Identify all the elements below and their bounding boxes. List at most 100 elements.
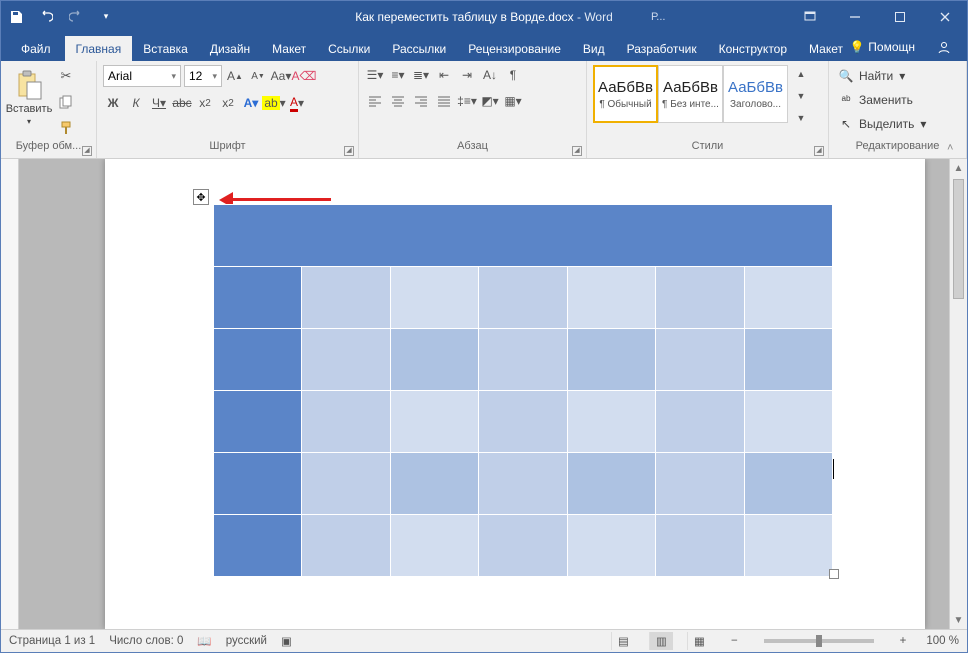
style-normal[interactable]: АаБбВв¶ Обычный — [593, 65, 658, 123]
zoom-out-button[interactable]: − — [725, 635, 744, 647]
borders-button[interactable]: ▦▾ — [503, 91, 523, 111]
find-button[interactable]: 🔍Найти ▾ — [835, 65, 909, 87]
decrease-indent-button[interactable]: ⇤ — [434, 65, 454, 85]
tell-me-button[interactable]: 💡 Помощн — [842, 36, 923, 58]
account-button[interactable] — [929, 36, 959, 58]
tab-design[interactable]: Дизайн — [199, 36, 261, 61]
scroll-thumb[interactable] — [953, 179, 964, 299]
view-read-mode[interactable]: ▤ — [611, 632, 635, 650]
search-icon: 🔍 — [839, 69, 853, 83]
scroll-down-button[interactable]: ▼ — [950, 611, 967, 629]
tab-layout[interactable]: Макет — [261, 36, 317, 61]
line-spacing-button[interactable]: ‡≡▾ — [457, 91, 477, 111]
ribbon-options-button[interactable] — [787, 1, 832, 32]
collapse-ribbon-button[interactable]: ˄ — [947, 142, 961, 156]
tab-references[interactable]: Ссылки — [317, 36, 381, 61]
select-button[interactable]: ↖Выделить ▾ — [835, 113, 930, 135]
increase-indent-button[interactable]: ⇥ — [457, 65, 477, 85]
italic-button[interactable]: К — [126, 93, 146, 113]
subscript-button[interactable]: x2 — [195, 93, 215, 113]
qat-customize-button[interactable]: ▾ — [91, 1, 121, 32]
document-area: ✥ ▲ ▼ — [1, 159, 967, 629]
tab-review[interactable]: Рецензирование — [457, 36, 572, 61]
status-macro-icon[interactable]: ▣ — [281, 634, 292, 648]
view-print-layout[interactable]: ▥ — [649, 632, 673, 650]
style-heading1[interactable]: АаБбВвЗаголово... — [723, 65, 788, 123]
change-case-button[interactable]: Aa▾ — [271, 66, 291, 86]
align-right-button[interactable] — [411, 91, 431, 111]
styles-dialog-launcher[interactable]: ◢ — [814, 146, 824, 156]
font-name-combo[interactable]: Arial — [103, 65, 181, 87]
paragraph-dialog-launcher[interactable]: ◢ — [572, 146, 582, 156]
minimize-button[interactable] — [832, 1, 877, 32]
multilevel-button[interactable]: ≣▾ — [411, 65, 431, 85]
superscript-button[interactable]: x2 — [218, 93, 238, 113]
highlight-button[interactable]: ab▾ — [264, 93, 284, 113]
tab-insert[interactable]: Вставка — [132, 36, 199, 61]
group-font-label: Шрифт◢ — [97, 140, 358, 158]
view-web-layout[interactable]: ▦ — [687, 632, 711, 650]
text-effects-button[interactable]: A▾ — [241, 93, 261, 113]
bold-button[interactable]: Ж — [103, 93, 123, 113]
status-word-count[interactable]: Число слов: 0 — [109, 635, 183, 647]
close-button[interactable] — [922, 1, 967, 32]
tab-developer[interactable]: Разработчик — [616, 36, 708, 61]
save-button[interactable] — [1, 1, 31, 32]
font-color-button[interactable]: A▾ — [287, 93, 307, 113]
font-size-combo[interactable]: 12 — [184, 65, 222, 87]
table-row[interactable] — [214, 267, 833, 329]
cut-button[interactable]: ✂ — [55, 65, 77, 87]
table-row[interactable] — [214, 329, 833, 391]
align-center-button[interactable] — [388, 91, 408, 111]
page-viewport[interactable]: ✥ — [19, 159, 949, 629]
sort-button[interactable]: A↓ — [480, 65, 500, 85]
justify-button[interactable] — [434, 91, 454, 111]
table-row[interactable] — [214, 453, 833, 515]
status-proofing-icon[interactable]: 📖 — [197, 634, 211, 648]
tab-mailings[interactable]: Рассылки — [381, 36, 457, 61]
zoom-in-button[interactable]: + — [894, 635, 913, 647]
styles-scroll-down[interactable]: ▼ — [790, 87, 812, 105]
zoom-slider[interactable] — [764, 639, 874, 643]
table-header-row[interactable] — [214, 205, 833, 267]
document-table[interactable] — [213, 204, 833, 577]
font-dialog-launcher[interactable]: ◢ — [344, 146, 354, 156]
scroll-up-button[interactable]: ▲ — [950, 159, 967, 177]
table-row[interactable] — [214, 391, 833, 453]
document-page[interactable]: ✥ — [105, 159, 925, 629]
zoom-level[interactable]: 100 % — [926, 635, 959, 647]
vertical-scrollbar[interactable]: ▲ ▼ — [949, 159, 967, 629]
grow-font-button[interactable]: A▲ — [225, 66, 245, 86]
show-marks-button[interactable]: ¶ — [503, 65, 523, 85]
bullets-button[interactable]: ☰▾ — [365, 65, 385, 85]
tab-table-design[interactable]: Конструктор — [708, 36, 798, 61]
copy-button[interactable] — [55, 91, 77, 113]
replace-button[interactable]: ᵃᵇЗаменить — [835, 89, 917, 111]
shading-button[interactable]: ◩▾ — [480, 91, 500, 111]
style-no-spacing[interactable]: АаБбВв¶ Без инте... — [658, 65, 723, 123]
maximize-button[interactable] — [877, 1, 922, 32]
undo-button[interactable] — [31, 1, 61, 32]
tab-view[interactable]: Вид — [572, 36, 616, 61]
status-language[interactable]: русский — [226, 635, 267, 647]
numbering-button[interactable]: ≡▾ — [388, 65, 408, 85]
status-bar: Страница 1 из 1 Число слов: 0 📖 русский … — [1, 629, 967, 652]
table-row[interactable] — [214, 515, 833, 577]
clipboard-dialog-launcher[interactable]: ◢ — [82, 146, 92, 156]
table-move-handle[interactable]: ✥ — [193, 189, 209, 205]
tab-home[interactable]: Главная — [65, 36, 133, 61]
underline-button[interactable]: Ч▾ — [149, 93, 169, 113]
table-resize-handle[interactable] — [829, 569, 839, 579]
paste-button[interactable]: Вставить ▾ — [7, 65, 51, 135]
align-left-button[interactable] — [365, 91, 385, 111]
styles-expand[interactable]: ▼ — [790, 109, 812, 127]
group-clipboard: Вставить ▾ ✂ Буфер обм...◢ — [1, 61, 97, 158]
clear-format-button[interactable]: A⌫ — [294, 66, 314, 86]
status-page[interactable]: Страница 1 из 1 — [9, 635, 95, 647]
styles-scroll-up[interactable]: ▲ — [790, 65, 812, 83]
shrink-font-button[interactable]: A▼ — [248, 66, 268, 86]
strikethrough-button[interactable]: abc — [172, 93, 192, 113]
format-painter-button[interactable] — [55, 117, 77, 139]
tab-file[interactable]: Файл — [7, 36, 65, 61]
redo-button[interactable] — [61, 1, 91, 32]
